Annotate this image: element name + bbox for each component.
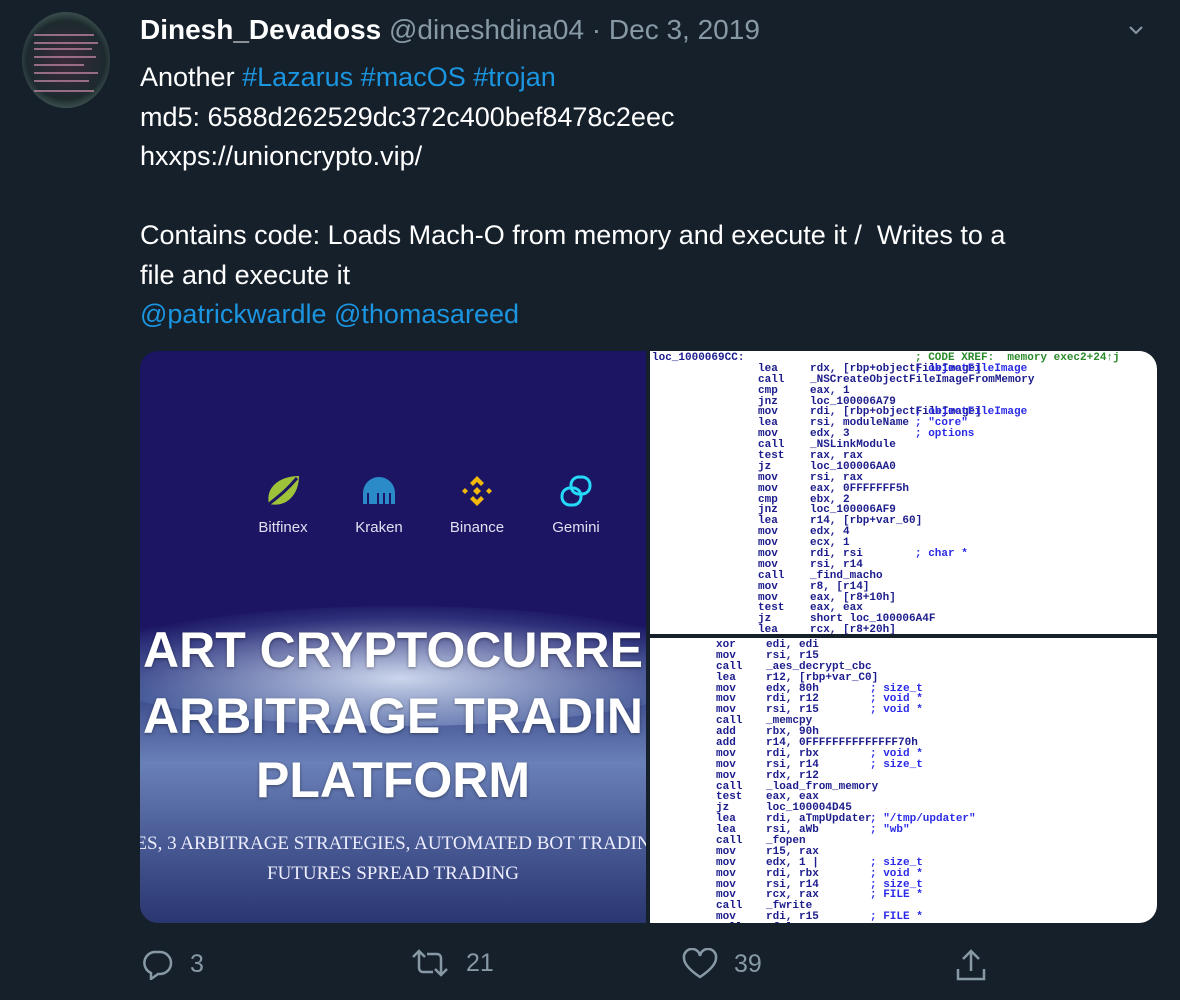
code-operands: r12, [rbp+var_C0]: [766, 671, 879, 684]
code-operands: eax, 1: [810, 384, 850, 397]
disassembly-image-bottom[interactable]: xor edi, edi mov rsi, r15 call _aes_decrypt_c…: [650, 638, 1157, 923]
code-label: loc_1000069CC:: [652, 352, 745, 364]
disassembly-image-top[interactable]: loc_1000069CC:; CODE XREF: memory exec2+…: [650, 351, 1157, 634]
code-mnemonic: lea: [716, 671, 736, 684]
code-line: lea r14, [rbp+var_60]: [650, 516, 1157, 527]
code-comment: ; FILE *: [870, 889, 923, 902]
media-grid: Bitfinex Kraken Binance Gemini ART CRYPT…: [140, 351, 1157, 923]
kraken-icon: [363, 477, 395, 504]
tweet-text: Another #Lazarus #macOS #trojan md5: 658…: [140, 58, 1005, 335]
avatar[interactable]: [22, 12, 110, 108]
chevron-down-icon[interactable]: [1128, 22, 1144, 38]
subline-1: ES, 3 ARBITRAGE STRATEGIES, AUTOMATED BO…: [140, 833, 646, 854]
code-line: call _find_macho: [650, 570, 1157, 582]
code-mnemonic: mov: [758, 482, 778, 495]
description-line-2: file and execute it: [140, 259, 351, 290]
code-line: mov eax, 0FFFFFFF5h: [650, 482, 1157, 495]
code-line: lea rsi, moduleName; "core": [650, 418, 1157, 429]
code-mnemonic: lea: [758, 624, 778, 634]
code-line: mov r8, [r14]: [650, 580, 1157, 593]
share-button[interactable]: [955, 948, 987, 982]
heart-icon: [682, 948, 718, 979]
url-line: hxxps://unioncrypto.vip/: [140, 141, 423, 171]
code-line: call _NSCreateObjectFileImageFromMemory: [650, 374, 1157, 386]
code-comment: ; "wb": [870, 824, 910, 837]
code-comment: ; void *: [870, 704, 923, 717]
exchange-label: Kraken: [355, 519, 403, 536]
exchange-binance: Binance: [437, 471, 517, 536]
tweet-header: Dinesh_Devadoss @dineshdina04 · Dec 3, 2…: [140, 14, 760, 46]
headline-line-1: ART CRYPTOCURRE: [142, 622, 644, 678]
reply-button[interactable]: 3: [140, 948, 204, 980]
code-mnemonic: cmp: [758, 384, 778, 397]
hashtag-lazarus[interactable]: #Lazarus: [242, 62, 353, 92]
code-operands: rcx, [r8+20h]: [810, 624, 896, 634]
headline-line-3: PLATFORM: [255, 752, 531, 808]
handle[interactable]: @dineshdina04: [389, 14, 584, 45]
code-operands: eax, 0FFFFFFF5h: [810, 482, 910, 495]
website-screenshot-image[interactable]: Bitfinex Kraken Binance Gemini ART CRYPT…: [140, 351, 646, 923]
subline-2: FUTURES SPREAD TRADING: [267, 863, 519, 884]
code-line: mov edx, 4: [650, 527, 1157, 538]
separator: ·: [591, 14, 602, 45]
share-icon: [956, 949, 986, 981]
exchange-kraken: Kraken: [339, 471, 419, 536]
code-operands: rdi, rbx: [766, 867, 819, 880]
mention-patrickwardle[interactable]: @patrickwardle: [140, 299, 326, 329]
hashtag-macos[interactable]: #macOS: [361, 62, 466, 92]
exchange-label: Gemini: [552, 519, 600, 536]
code-comment: ; size_t: [870, 758, 923, 771]
hashtag-trojan[interactable]: #trojan: [473, 62, 556, 92]
code-line: mov ecx, 1: [650, 538, 1157, 549]
retweet-count: 21: [466, 948, 494, 977]
headline-line-2: ARBITRAGE TRADIN: [143, 688, 643, 744]
code-line: test rax, rax: [650, 451, 1157, 462]
like-button[interactable]: 39: [682, 948, 762, 980]
code-line: mov rsi, r14: [650, 559, 1157, 571]
code-line: mov rdi, rbx ; void *: [650, 867, 1157, 880]
text-prefix: Another: [140, 62, 243, 92]
code-comment: ; FILE *: [870, 911, 923, 923]
retweet-button[interactable]: 21: [410, 948, 494, 978]
exchange-label: Binance: [449, 519, 505, 536]
gemini-icon: [560, 475, 592, 507]
exchange-bitfinex: Bitfinex: [243, 471, 323, 536]
code-line: cmp ebx, 2: [650, 494, 1157, 506]
action-bar: 3 21 39: [0, 948, 1180, 984]
tweet-date[interactable]: Dec 3, 2019: [609, 14, 760, 45]
description-line-1: Contains code: Loads Mach-O from memory …: [140, 220, 1006, 250]
display-name[interactable]: Dinesh_Devadoss: [140, 14, 381, 45]
binance-icon: [462, 476, 492, 506]
retweet-icon: [412, 949, 448, 977]
code-operands: rdx, r12: [766, 769, 819, 782]
code-mnemonic: mov: [716, 769, 736, 782]
code-line: jz short loc_100006A4F: [650, 614, 1157, 625]
code-comment: ; char *: [915, 548, 968, 561]
code-mnemonic: mov: [758, 580, 778, 593]
exchange-label: Bitfinex: [258, 519, 308, 536]
code-comment: ; options: [915, 428, 975, 441]
code-line: cmp eax, 1: [650, 384, 1157, 397]
code-mnemonic: mov: [716, 867, 736, 880]
code-line: lea r12, [rbp+var_C0]: [650, 671, 1157, 684]
code-comment: ; void *: [870, 867, 923, 880]
code-operands: r8, [r14]: [810, 580, 870, 593]
reply-icon: [143, 950, 173, 980]
like-count: 39: [734, 949, 762, 978]
mention-thomasareed[interactable]: @thomasareed: [334, 299, 519, 329]
code-line: jz loc_100006AA0: [650, 461, 1157, 473]
code-line: lea rcx, [r8+20h]: [650, 625, 1157, 634]
code-line: mov edx, 3; options: [650, 429, 1157, 440]
code-line: mov eax, [r8+10h]: [650, 592, 1157, 604]
leaf-icon: [268, 476, 299, 506]
exchange-gemini: Gemini: [536, 471, 616, 536]
reply-count: 3: [190, 949, 204, 978]
code-line: mov rdx, r12: [650, 769, 1157, 782]
code-line: mov rdi, rsi; char *: [650, 549, 1157, 560]
code-line: call _NSLinkModule: [650, 440, 1157, 451]
md5-line: md5: 6588d262529dc372c400bef8478c2eec: [140, 101, 675, 132]
